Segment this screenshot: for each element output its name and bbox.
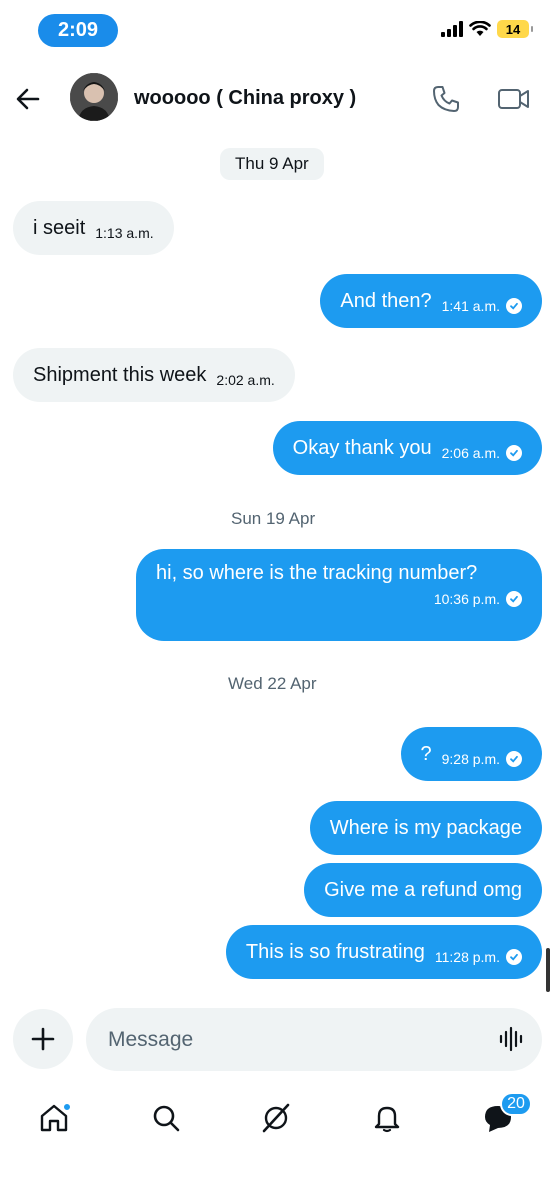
message-bubble-sent[interactable]: This is so frustrating 11:28 p.m. (225, 925, 542, 979)
read-check-icon (506, 751, 522, 767)
phone-call-icon[interactable] (430, 83, 462, 115)
back-arrow-icon[interactable] (14, 85, 42, 113)
wifi-icon (469, 21, 491, 36)
message-text: Where is my package (329, 817, 522, 839)
nav-search[interactable] (146, 1098, 186, 1138)
message-time: 9:28 p.m. (441, 751, 500, 767)
message-time: 1:41 a.m. (441, 298, 500, 314)
date-separator: Thu 9 Apr (220, 148, 324, 180)
message-text: Okay thank you (292, 437, 432, 459)
status-time: 2:09 (38, 14, 118, 47)
status-bar: 2:09 14 (0, 0, 555, 60)
message-bubble-sent[interactable]: And then? 1:41 a.m. (320, 274, 542, 328)
grok-icon (262, 1103, 290, 1133)
voice-message-icon[interactable] (497, 1025, 525, 1053)
message-bubble-sent[interactable]: Where is my package (309, 801, 542, 855)
message-text: Give me a refund omg (324, 879, 522, 901)
message-time: 11:28 p.m. (434, 949, 500, 965)
video-call-icon[interactable] (496, 83, 532, 115)
message-bubble-received[interactable]: Shipment this week 2:02 a.m. (13, 348, 295, 402)
message-bubble-sent[interactable]: Give me a refund omg (304, 863, 542, 917)
bottom-navigation: 20 (0, 1090, 555, 1150)
conversation-header: wooooo ( China proxy ) (0, 65, 555, 131)
contact-avatar[interactable] (70, 73, 118, 121)
message-text: hi, so where is the tracking number? (156, 562, 478, 584)
read-check-icon (506, 445, 522, 461)
nav-notifications[interactable] (367, 1098, 407, 1138)
nav-messages[interactable]: 20 (478, 1092, 532, 1138)
notification-dot (62, 1102, 72, 1112)
read-check-icon (506, 949, 522, 965)
message-time: 1:13 a.m. (95, 225, 154, 241)
message-time: 10:36 p.m. (433, 591, 500, 607)
message-bubble-sent[interactable]: ? 9:28 p.m. (400, 727, 542, 781)
message-text: And then? (340, 290, 432, 312)
message-bubble-sent[interactable]: hi, so where is the tracking number? 10:… (136, 549, 542, 641)
message-bubble-received[interactable]: i seeit 1:13 a.m. (13, 201, 174, 255)
message-time: 2:06 a.m. (441, 445, 500, 461)
message-input[interactable] (86, 1008, 542, 1071)
message-time: 2:02 a.m. (216, 372, 275, 388)
date-separator: Sun 19 Apr (231, 509, 316, 528)
message-text: i seeit (33, 217, 86, 239)
message-text: Shipment this week (33, 364, 207, 386)
message-text: ? (420, 743, 432, 765)
battery-icon: 14 (497, 20, 533, 38)
message-text: This is so frustrating (245, 941, 425, 963)
read-check-icon (506, 591, 522, 607)
nav-grok[interactable] (256, 1098, 296, 1138)
scrollbar[interactable] (546, 948, 550, 992)
plus-icon (31, 1027, 55, 1051)
status-indicators: 14 (441, 20, 533, 38)
contact-name[interactable]: wooooo ( China proxy ) (134, 87, 356, 110)
search-icon (153, 1105, 180, 1132)
bell-icon (374, 1106, 400, 1133)
nav-home[interactable] (34, 1098, 74, 1138)
read-check-icon (506, 298, 522, 314)
cellular-signal-icon (441, 21, 463, 37)
date-separator: Wed 22 Apr (228, 674, 317, 693)
message-bubble-sent[interactable]: Okay thank you 2:06 a.m. (272, 421, 542, 475)
add-media-button[interactable] (13, 1009, 73, 1069)
messages-badge: 20 (500, 1092, 532, 1116)
